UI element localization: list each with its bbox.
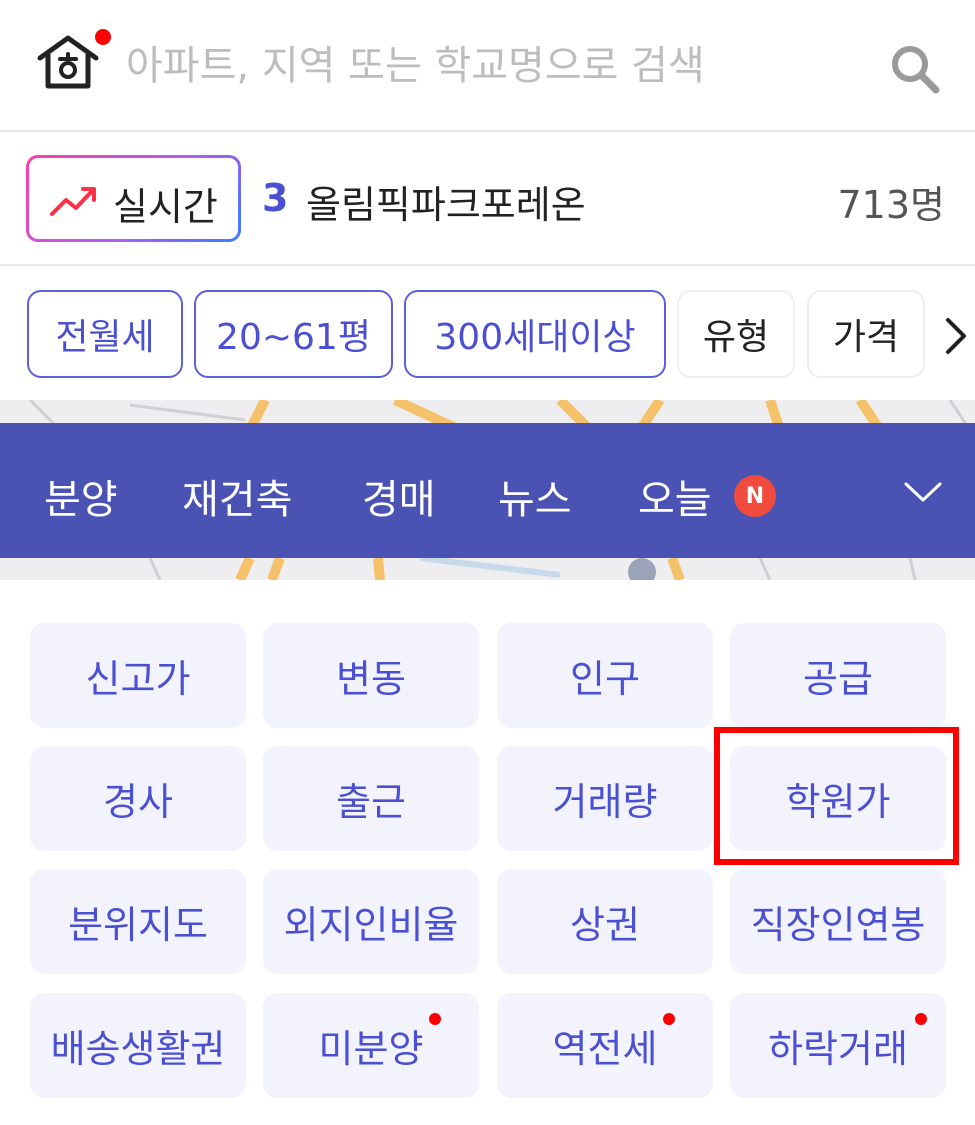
realtime-button[interactable]: 실시간 bbox=[26, 155, 241, 242]
page: 실시간 3 올림픽파크포레온 713명 전월세 20~61평 300세대이상 유… bbox=[0, 0, 975, 1125]
grid-button-commercial-area[interactable]: 상권 bbox=[497, 869, 713, 974]
grid-button-label: 변동 bbox=[336, 657, 406, 701]
realtime-label: 실시간 bbox=[113, 185, 218, 229]
filter-chip-type[interactable]: 유형 bbox=[677, 290, 795, 378]
filter-chip-label: 20~61평 bbox=[216, 317, 371, 358]
filter-chip-label: 유형 bbox=[702, 317, 770, 358]
new-indicator-dot bbox=[429, 1013, 441, 1025]
grid-button-slope[interactable]: 경사 bbox=[30, 746, 246, 851]
grid-button-label: 외지인비율 bbox=[283, 903, 459, 947]
grid-button-commute[interactable]: 출근 bbox=[263, 746, 479, 851]
grid-button-trade-volume[interactable]: 거래량 bbox=[497, 746, 713, 851]
grid-button-label: 하락거래 bbox=[768, 1027, 908, 1071]
notification-dot bbox=[95, 29, 111, 45]
grid-button-label: 배송생활권 bbox=[50, 1027, 226, 1071]
grid-button-label: 인구 bbox=[570, 657, 640, 701]
grid-button-label: 직장인연봉 bbox=[750, 903, 926, 947]
filter-chip-price[interactable]: 가격 bbox=[807, 290, 925, 378]
grid-button-delivery-zone[interactable]: 배송생활권 bbox=[30, 993, 246, 1098]
new-badge: N bbox=[734, 475, 776, 517]
grid-button-label: 학원가 bbox=[785, 780, 891, 824]
filter-chip-households[interactable]: 300세대이상 bbox=[404, 290, 666, 378]
grid-button-label: 신고가 bbox=[85, 657, 191, 701]
grid-button-academy-district[interactable]: 학원가 bbox=[730, 746, 946, 851]
menu-item-presale[interactable]: 분양 bbox=[44, 467, 118, 525]
grid-button-reverse-jeonse[interactable]: 역전세 bbox=[497, 993, 713, 1098]
home-logo-icon[interactable] bbox=[36, 32, 100, 90]
grid-button-label: 상권 bbox=[570, 903, 640, 947]
chevron-right-icon[interactable] bbox=[940, 316, 970, 356]
menu-item-news[interactable]: 뉴스 bbox=[498, 467, 572, 525]
grid-button-label: 경사 bbox=[103, 780, 173, 824]
search-icon[interactable] bbox=[888, 42, 942, 96]
grid-button-supply[interactable]: 공급 bbox=[730, 623, 946, 728]
grid-button-label: 출근 bbox=[336, 780, 406, 824]
chevron-down-icon[interactable] bbox=[902, 476, 944, 506]
filter-chip-rent[interactable]: 전월세 bbox=[27, 290, 183, 378]
filter-chip-label: 300세대이상 bbox=[434, 317, 636, 358]
new-indicator-dot bbox=[915, 1013, 927, 1025]
grid-button-label: 공급 bbox=[803, 657, 873, 701]
rank-count: 713명 bbox=[837, 183, 946, 227]
realtime-ranking-row[interactable]: 실시간 3 올림픽파크포레온 713명 bbox=[0, 132, 975, 266]
grid-button-falling-trades[interactable]: 하락거래 bbox=[730, 993, 946, 1098]
new-indicator-dot bbox=[663, 1013, 675, 1025]
filter-chip-label: 전월세 bbox=[55, 317, 155, 358]
grid-button-quantile-map[interactable]: 분위지도 bbox=[30, 869, 246, 974]
filter-chip-label: 가격 bbox=[832, 317, 900, 358]
menu-item-auction[interactable]: 경매 bbox=[362, 467, 436, 525]
filter-chip-row: 전월세 20~61평 300세대이상 유형 가격 bbox=[0, 266, 975, 400]
search-bar bbox=[0, 0, 975, 132]
category-menu-bar: 분양 재건축 경매 뉴스 오늘 N bbox=[0, 423, 975, 558]
trend-up-icon bbox=[50, 187, 96, 216]
grid-button-unsold[interactable]: 미분양 bbox=[263, 993, 479, 1098]
grid-button-label: 분위지도 bbox=[68, 903, 208, 947]
grid-button-population[interactable]: 인구 bbox=[497, 623, 713, 728]
rank-title[interactable]: 올림픽파크포레온 bbox=[306, 174, 586, 229]
grid-button-new-high[interactable]: 신고가 bbox=[30, 623, 246, 728]
menu-item-reconstruction[interactable]: 재건축 bbox=[182, 467, 292, 525]
rank-number: 3 bbox=[262, 176, 289, 220]
grid-button-label: 역전세 bbox=[552, 1027, 658, 1071]
filter-chip-size[interactable]: 20~61평 bbox=[194, 290, 393, 378]
grid-button-label: 미분양 bbox=[318, 1027, 424, 1071]
grid-button-label: 거래량 bbox=[552, 780, 658, 824]
grid-button-change[interactable]: 변동 bbox=[263, 623, 479, 728]
menu-item-today[interactable]: 오늘 bbox=[638, 467, 712, 525]
grid-button-worker-salary[interactable]: 직장인연봉 bbox=[730, 869, 946, 974]
grid-button-outsider-ratio[interactable]: 외지인비율 bbox=[263, 869, 479, 974]
search-input[interactable] bbox=[126, 36, 826, 96]
